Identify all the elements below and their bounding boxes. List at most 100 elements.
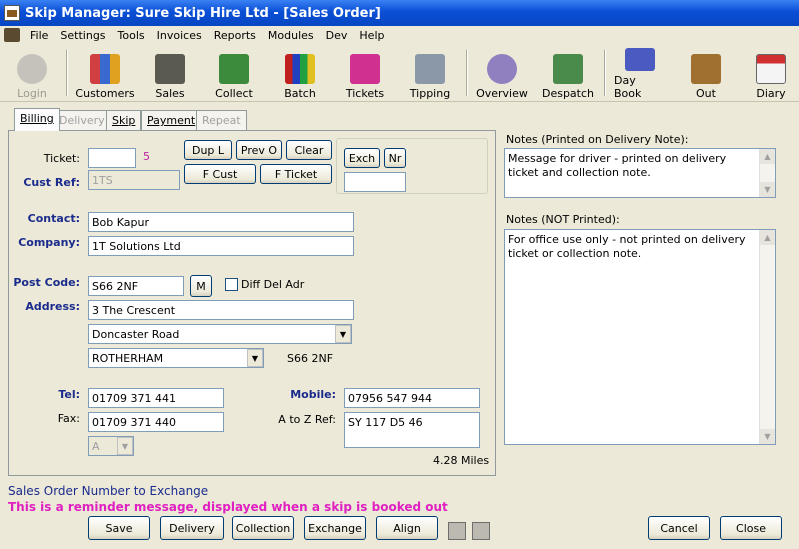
address-line1-input[interactable]: 3 The Crescent xyxy=(88,300,354,320)
scroll-up-icon[interactable]: ▲ xyxy=(760,230,775,245)
contact-label: Contact: xyxy=(27,212,80,225)
login-icon xyxy=(17,54,47,84)
chevron-down-icon[interactable]: ▼ xyxy=(117,437,133,455)
title-bar[interactable]: Skip Manager: Sure Skip Hire Ltd - [Sale… xyxy=(0,0,799,26)
clear-button[interactable]: Clear xyxy=(286,140,332,160)
tickets-icon xyxy=(350,54,380,84)
despatch-button[interactable]: Despatch xyxy=(542,48,594,100)
prev-o-button[interactable]: Prev O xyxy=(236,140,282,160)
batch-button[interactable]: Batch xyxy=(280,48,320,100)
cust-ref-input[interactable]: 1TS xyxy=(88,170,180,190)
menu-reports[interactable]: Reports xyxy=(208,29,262,42)
tel-input[interactable]: 01709 371 441 xyxy=(88,388,224,408)
book-icon xyxy=(625,48,655,71)
postcode-input[interactable]: S66 2NF xyxy=(88,276,184,296)
toolbar-separator xyxy=(466,50,468,96)
cancel-button[interactable]: Cancel xyxy=(648,516,710,540)
delivery-button[interactable]: Delivery xyxy=(160,516,224,540)
menu-settings[interactable]: Settings xyxy=(54,29,111,42)
menu-file[interactable]: File xyxy=(24,29,54,42)
tab-payment[interactable]: Payment xyxy=(141,110,202,130)
chevron-down-icon[interactable]: ▼ xyxy=(247,349,263,367)
day-book-button[interactable]: Day Book xyxy=(614,48,666,100)
diff-del-adr-checkbox[interactable] xyxy=(225,278,238,291)
tab-delivery[interactable]: Delivery xyxy=(53,110,111,130)
contact-input[interactable]: Bob Kapur xyxy=(88,212,354,232)
company-label: Company: xyxy=(18,236,80,249)
tipping-button[interactable]: Tipping xyxy=(408,48,452,100)
indicator-square-2[interactable] xyxy=(472,522,490,540)
town-value: ROTHERHAM xyxy=(92,352,164,365)
diff-del-adr-label: Diff Del Adr xyxy=(241,278,305,291)
tab-billing[interactable]: Billing xyxy=(14,108,60,131)
address-line2-select[interactable]: Doncaster Road ▼ xyxy=(88,324,352,344)
ticket-count: 5 xyxy=(143,150,150,163)
f-cust-button[interactable]: F Cust xyxy=(184,164,256,184)
tickets-button[interactable]: Tickets xyxy=(344,48,386,100)
notes-printed-scrollbar[interactable]: ▲ ▼ xyxy=(759,149,775,197)
menu-help[interactable]: Help xyxy=(353,29,390,42)
exch-button[interactable]: Exch xyxy=(344,148,380,168)
postcode-label: Post Code: xyxy=(13,276,80,289)
scroll-up-icon[interactable]: ▲ xyxy=(760,149,775,164)
customers-button[interactable]: Customers xyxy=(75,48,135,100)
f-ticket-button[interactable]: F Ticket xyxy=(260,164,332,184)
m-button[interactable]: M xyxy=(190,275,212,297)
menu-bar: File Settings Tools Invoices Reports Mod… xyxy=(0,26,799,44)
status-message: Sales Order Number to Exchange xyxy=(8,484,209,498)
collection-button[interactable]: Collection xyxy=(232,516,294,540)
notes-printed-text: Message for driver - printed on delivery… xyxy=(508,152,727,179)
menu-invoices[interactable]: Invoices xyxy=(151,29,208,42)
ticket-input[interactable] xyxy=(88,148,136,168)
tab-skip[interactable]: Skip xyxy=(106,110,142,130)
notes-not-printed-label: Notes (NOT Printed): xyxy=(506,213,620,226)
diary-button[interactable]: Diary xyxy=(750,48,792,100)
notes-not-printed-textarea[interactable]: For office use only - not printed on del… xyxy=(504,229,776,445)
nr-button[interactable]: Nr xyxy=(384,148,406,168)
chevron-down-icon[interactable]: ▼ xyxy=(335,325,351,343)
close-button[interactable]: Close xyxy=(720,516,782,540)
cash-register-icon xyxy=(155,54,185,84)
magnifier-icon xyxy=(487,54,517,84)
customers-icon xyxy=(90,54,120,84)
atoz-label: A to Z Ref: xyxy=(278,413,336,426)
title-select[interactable]: A ▼ xyxy=(88,436,134,456)
login-button[interactable]: Login xyxy=(12,48,52,100)
mobile-label: Mobile: xyxy=(290,388,336,401)
town-select[interactable]: ROTHERHAM ▼ xyxy=(88,348,264,368)
indicator-square-1[interactable] xyxy=(448,522,466,540)
ticket-label: Ticket: xyxy=(43,152,80,165)
fax-label: Fax: xyxy=(57,412,80,425)
address-line2-value: Doncaster Road xyxy=(92,328,180,341)
app-icon xyxy=(4,5,20,21)
atoz-input[interactable]: SY 117 D5 46 xyxy=(344,412,480,448)
menu-tools[interactable]: Tools xyxy=(112,29,151,42)
scroll-down-icon[interactable]: ▼ xyxy=(760,182,775,197)
title-select-value: A xyxy=(92,440,100,453)
menu-dev[interactable]: Dev xyxy=(320,29,354,42)
skip-truck-icon xyxy=(219,54,249,84)
out-button[interactable]: Out xyxy=(686,48,726,100)
document-menu-icon[interactable] xyxy=(4,28,20,42)
notes-not-printed-text: For office use only - not printed on del… xyxy=(508,233,746,260)
notes-not-printed-scrollbar[interactable]: ▲ ▼ xyxy=(759,230,775,444)
collect-button[interactable]: Collect xyxy=(214,48,254,100)
company-input[interactable]: 1T Solutions Ltd xyxy=(88,236,354,256)
postcode-display: S66 2NF xyxy=(287,352,334,365)
tab-repeat[interactable]: Repeat xyxy=(196,110,247,130)
notes-printed-textarea[interactable]: Message for driver - printed on delivery… xyxy=(504,148,776,198)
fax-input[interactable]: 01709 371 440 xyxy=(88,412,224,432)
scroll-down-icon[interactable]: ▼ xyxy=(760,429,775,444)
align-button[interactable]: Align xyxy=(376,516,438,540)
dup-l-button[interactable]: Dup L xyxy=(184,140,232,160)
reminder-message: This is a reminder message, displayed wh… xyxy=(8,500,448,514)
toolbar-separator xyxy=(604,50,606,96)
save-button[interactable]: Save xyxy=(88,516,150,540)
calendar-icon xyxy=(756,54,786,84)
menu-modules[interactable]: Modules xyxy=(262,29,320,42)
sales-button[interactable]: Sales xyxy=(150,48,190,100)
mobile-input[interactable]: 07956 547 944 xyxy=(344,388,480,408)
exchange-button[interactable]: Exchange xyxy=(304,516,366,540)
exchange-input[interactable] xyxy=(344,172,406,192)
overview-button[interactable]: Overview xyxy=(476,48,528,100)
